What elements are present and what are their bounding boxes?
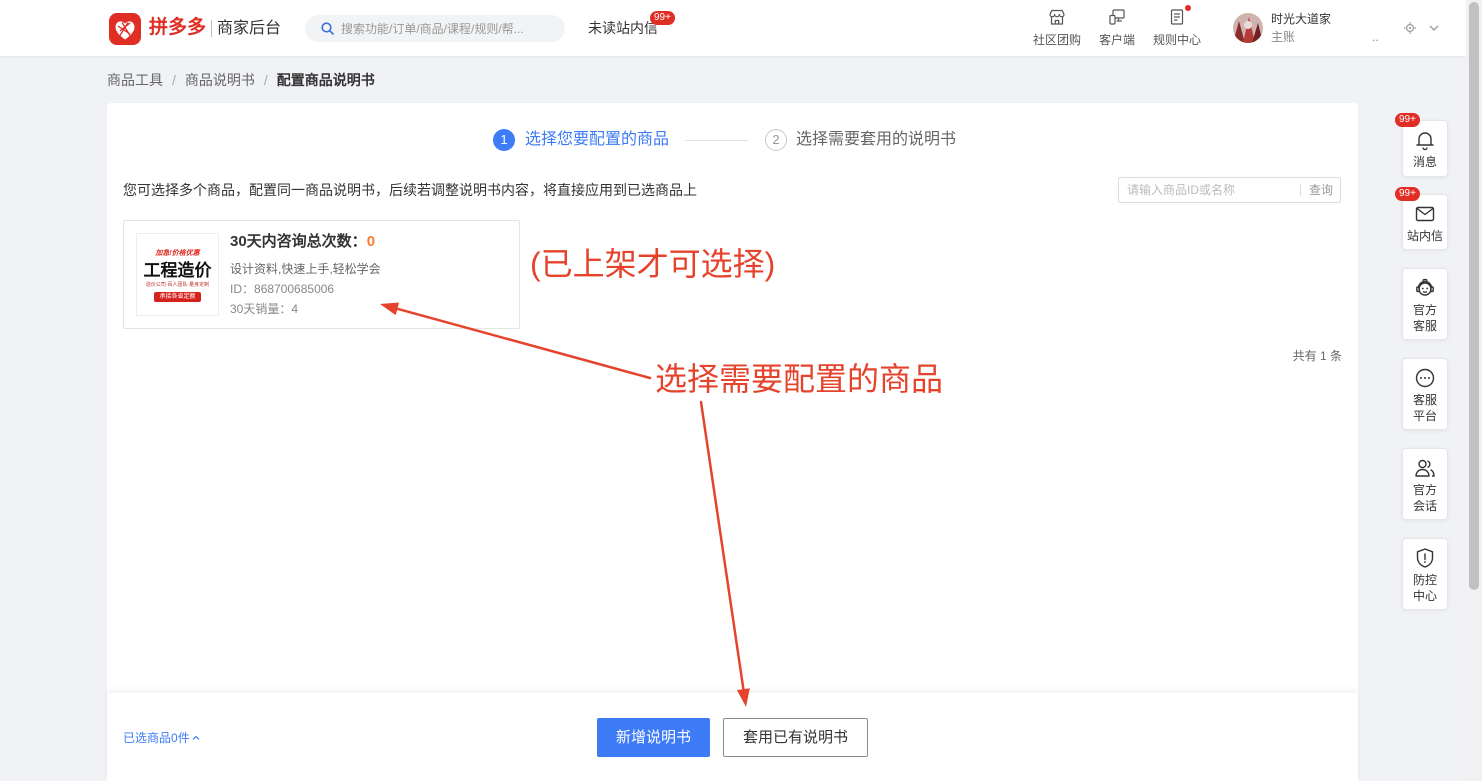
sidebar-item-inbox[interactable]: 站内信 <box>1402 194 1448 250</box>
customer-service-icon <box>1414 277 1436 299</box>
nav-client[interactable]: 客户端 <box>1087 0 1147 56</box>
nav-label: 规则中心 <box>1152 33 1201 47</box>
selected-products-toggle[interactable]: 已选商品 0 件 <box>123 730 201 746</box>
global-search-input[interactable] <box>341 15 556 42</box>
sidebar-item-label: 消息 <box>1412 155 1437 169</box>
shield-alert-icon <box>1414 547 1436 569</box>
breadcrumb-item-product-manual[interactable]: 商品说明书 <box>185 71 255 89</box>
sidebar-item-label: 防控 <box>1412 573 1437 587</box>
footer-action-bar: 已选商品 0 件 新增说明书 套用已有说明书 <box>107 693 1358 781</box>
scrollbar-thumb[interactable] <box>1469 2 1479 590</box>
nav-rules-center[interactable]: 规则中心 <box>1147 0 1207 56</box>
breadcrumb: 商品工具 / 商品说明书 / 配置商品说明书 <box>107 71 375 89</box>
breadcrumb-separator: / <box>172 72 176 88</box>
step-1-label: 选择您要配置的商品 <box>525 131 670 148</box>
step-1-indicator: 1 <box>493 129 515 151</box>
chevron-up-icon <box>191 733 201 743</box>
search-divider <box>1300 184 1301 196</box>
sidebar-item-label: 客服 <box>1412 319 1437 333</box>
search-icon <box>321 22 334 35</box>
user-account-type: 主账 <box>1271 30 1296 44</box>
product-card[interactable]: 加急!价格优惠 工程造价 造价公司·百人团队·量身定制 承接各省定额 30天内咨… <box>123 220 520 329</box>
document-icon <box>1168 8 1186 26</box>
consult-value: 0 <box>366 233 376 250</box>
contacts-icon <box>1414 457 1436 479</box>
sales-label: 30天销量： <box>230 302 292 316</box>
bell-icon <box>1414 129 1436 151</box>
sidebar-item-label: 官方 <box>1412 303 1437 317</box>
instructions-text: 您可选择多个商品，配置同一商品说明书，后续若调整说明书内容，将直接应用到已选商品… <box>123 182 697 198</box>
messages-count-badge: 99+ <box>1395 113 1420 127</box>
selected-count: 0 <box>171 731 178 745</box>
selected-suffix: 件 <box>177 731 190 745</box>
step-2-label: 选择需要套用的说明书 <box>796 131 957 148</box>
breadcrumb-item-current: 配置商品说明书 <box>276 72 375 88</box>
product-id-value: 868700685006 <box>254 282 335 296</box>
product-sales: 30天销量：4 <box>230 301 298 317</box>
product-consult-count: 30天内咨询总次数：0 <box>230 233 375 251</box>
global-search[interactable] <box>305 15 565 42</box>
inbox-count-badge: 99+ <box>1395 187 1420 201</box>
user-name[interactable]: 时光大道家 <box>1271 11 1331 27</box>
chat-icon <box>1414 367 1436 389</box>
annotation-status-note: (已上架才可选择) <box>530 246 776 282</box>
apply-existing-manual-button[interactable]: 套用已有说明书 <box>723 718 868 757</box>
thumbnail-ribbon-text: 承接各省定额 <box>154 292 201 302</box>
sidebar-item-label: 平台 <box>1412 409 1437 423</box>
mail-icon <box>1414 203 1436 225</box>
product-search-input[interactable] <box>1127 178 1297 202</box>
breadcrumb-item-product-tools[interactable]: 商品工具 <box>107 71 163 89</box>
sidebar-item-label: 官方 <box>1412 483 1437 497</box>
sidebar-item-official-support[interactable]: 官方 客服 <box>1402 268 1448 340</box>
sidebar-item-official-chat[interactable]: 官方 会话 <box>1402 448 1448 520</box>
nav-label: 客户端 <box>1098 33 1135 47</box>
store-icon <box>1048 8 1066 26</box>
unread-messages-link[interactable]: 未读站内信 <box>588 19 658 37</box>
total-count: 共有 1 条 <box>1292 349 1342 363</box>
devices-icon <box>1108 8 1126 26</box>
step-2-indicator: 2 <box>765 129 787 151</box>
notification-dot <box>1185 5 1191 11</box>
sidebar-item-service-platform[interactable]: 客服 平台 <box>1402 358 1448 430</box>
sidebar-item-label: 客服 <box>1412 393 1437 407</box>
product-thumbnail: 加急!价格优惠 工程造价 造价公司·百人团队·量身定制 承接各省定额 <box>136 233 219 316</box>
product-search[interactable]: 查询 <box>1118 177 1341 203</box>
top-header: 拼多多 商家后台 未读站内信 99+ 社区团购 客户端 规则中心 时光大道家 主… <box>0 0 1466 56</box>
breadcrumb-separator: / <box>263 72 268 88</box>
product-subtitle: 设计资料,快速上手,轻松学会 <box>230 262 381 276</box>
app-subtitle: 商家后台 <box>217 20 282 37</box>
selected-prefix: 已选商品 <box>123 731 172 745</box>
logo-text[interactable]: 拼多多 <box>149 15 206 41</box>
annotation-instruction: 选择需要配置的商品 <box>655 361 944 397</box>
logo-divider <box>211 20 212 37</box>
thumbnail-banner-text: 加急!价格优惠 <box>155 250 200 257</box>
sidebar-item-label: 中心 <box>1412 589 1437 603</box>
thumbnail-tagline-text: 造价公司·百人团队·量身定制 <box>145 282 210 288</box>
sidebar-item-label: 站内信 <box>1406 229 1443 243</box>
new-manual-button[interactable]: 新增说明书 <box>597 718 710 757</box>
pinduoduo-logo-icon[interactable] <box>109 13 141 45</box>
search-button[interactable]: 查询 <box>1309 182 1333 198</box>
consult-label: 30天内咨询总次数： <box>230 233 367 250</box>
unread-count-badge: 99+ <box>650 11 675 25</box>
chevron-down-icon[interactable] <box>1428 22 1440 34</box>
product-id: ID：868700685006 <box>230 281 334 297</box>
settings-icon[interactable] <box>1403 21 1417 35</box>
product-id-label: ID： <box>230 282 255 296</box>
sales-value: 4 <box>291 302 299 316</box>
main-card: 1 选择您要配置的商品 2 选择需要套用的说明书 您可选择多个商品，配置同一商品… <box>107 103 1358 781</box>
user-ellipsis: .. <box>1372 30 1379 44</box>
thumbnail-title-text: 工程造价 <box>143 261 212 280</box>
sidebar-item-label: 会话 <box>1412 499 1437 513</box>
sidebar-item-messages[interactable]: 消息 <box>1402 120 1448 177</box>
nav-community-group[interactable]: 社区团购 <box>1027 0 1087 56</box>
nav-label: 社区团购 <box>1032 33 1081 47</box>
avatar[interactable] <box>1233 13 1263 43</box>
sidebar-item-risk-control[interactable]: 防控 中心 <box>1402 538 1448 610</box>
step-connector <box>685 140 748 141</box>
